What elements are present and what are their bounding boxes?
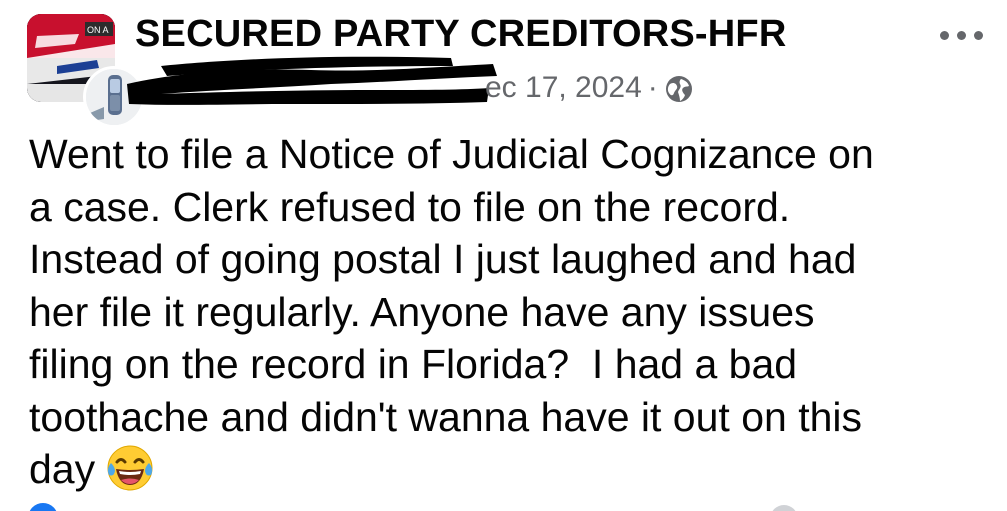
post-body: Went to file a Notice of Judicial Cogniz… [29,128,989,496]
tears-of-joy-emoji-icon [107,445,153,491]
facebook-post: ON A SECURED PARTY CREDITORS-HFR ec 17, … [0,0,1007,511]
avatar-stack: ON A [27,14,145,128]
post-body-text: Went to file a Notice of Judicial Cogniz… [29,131,874,492]
post-meta: ec 17, 2024 · [127,56,692,114]
more-dot [973,30,983,40]
group-avatar-label: ON A [87,25,109,35]
author-name-redaction [127,56,497,105]
more-dot [956,30,966,40]
post-timestamp[interactable]: ec 17, 2024 [485,71,642,105]
reaction-like-icon[interactable] [28,503,58,511]
more-options-icon[interactable] [931,18,991,52]
globe-icon [665,76,692,102]
meta-separator: · [647,71,658,104]
reaction-secondary-icon[interactable] [770,505,798,511]
more-dot [939,30,949,40]
